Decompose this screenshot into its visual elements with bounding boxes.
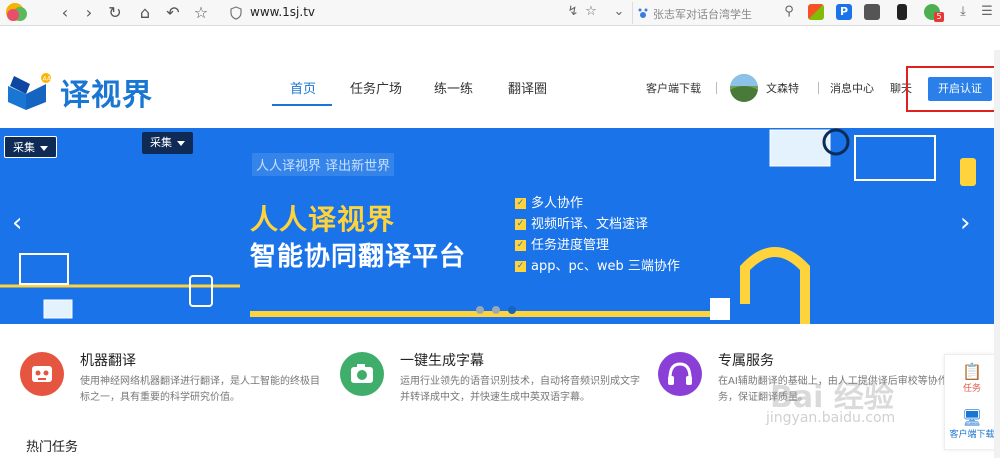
site-header: AA 译视界 首页 任务广场 练一练 翻译圈 客户端下载 文森特 消息中心 聊天… [0, 50, 1000, 128]
side-tasks-label: 任务 [962, 384, 981, 394]
hero-banner: 采集 采集 人人译视界 译出新世界 人人译视界 智能协同翻译平台 ✓ 多人协作 ✓… [0, 128, 1000, 324]
divider [716, 82, 717, 94]
banner-illustration [0, 128, 976, 324]
forward-icon[interactable]: › [78, 2, 100, 24]
message-center-link[interactable]: 消息中心 [830, 80, 874, 96]
service-title: 机器翻译 [80, 353, 136, 369]
camera-icon [340, 352, 384, 396]
badge-count: 5 [934, 12, 944, 22]
bookmark-flag-icon[interactable] [897, 4, 907, 20]
slide-dot[interactable] [476, 306, 484, 314]
user-badge-icon[interactable]: 5 [924, 4, 944, 22]
logo-text[interactable]: 译视界 [60, 70, 153, 114]
avatar-image [730, 74, 758, 102]
nav-task-square[interactable]: 任务广场 [350, 78, 402, 97]
back-icon[interactable]: ‹ [54, 2, 76, 24]
browser-logo-icon[interactable] [4, 2, 44, 24]
service-title: 一键生成字幕 [400, 353, 484, 369]
monitor-icon: 🖥 [961, 408, 983, 427]
side-client-label: 客户端下载 [949, 430, 995, 440]
download-icon[interactable]: ⤓ [954, 3, 972, 21]
headset-icon [658, 352, 702, 396]
slide-dot-active[interactable] [508, 306, 516, 314]
undo-icon[interactable]: ↶ [162, 2, 184, 24]
watermark-url: jingyan.baidu.com [766, 410, 896, 426]
bookmark-icon[interactable]: ☆ [582, 3, 600, 21]
paw-icon [638, 8, 648, 18]
service-subtitles[interactable]: 一键生成字幕 运用行业领先的语音识别技术，自动将音频识别成文字并转译成中文，并快… [340, 350, 640, 420]
evernote-icon[interactable] [864, 4, 880, 20]
nav-translation-circle[interactable]: 翻译圈 [508, 78, 547, 97]
service-description: 使用神经网络机器翻译进行翻译，是人工智能的终极目标之一，具有重要的科学研究价值。 [80, 376, 320, 403]
clipboard-icon: 📋 [962, 362, 982, 381]
service-description: 运用行业领先的语音识别技术，自动将音频识别成文字并转译成中文，并快速生成中英双语… [400, 376, 640, 403]
client-download-link[interactable]: 客户端下载 [646, 80, 701, 96]
nav-home[interactable]: 首页 [290, 78, 316, 97]
page-scrollbar[interactable] [994, 50, 1000, 458]
side-client-download[interactable]: 🖥 客户端下载 [945, 408, 999, 441]
search-icon[interactable]: ⚲ [780, 3, 798, 21]
side-float-panel: 📋 任务 🖥 客户端下载 [944, 354, 998, 450]
shield-icon [230, 6, 242, 20]
slide-dot[interactable] [492, 306, 500, 314]
nav-practice[interactable]: 练一练 [434, 78, 473, 97]
svg-text:AA: AA [43, 76, 52, 83]
grid-icon[interactable] [808, 4, 824, 20]
username[interactable]: 文森特 [766, 80, 799, 96]
star-icon[interactable]: ☆ [190, 2, 212, 24]
side-tasks[interactable]: 📋 任务 [945, 362, 999, 395]
hot-tasks-heading: 热门任务 [26, 440, 79, 455]
search-suggestion-text: 张志军对话台湾学生 [653, 8, 752, 21]
browser-toolbar: ‹ › ↻ ⌂ ↶ ☆ www.1sj.tv ↯ ☆ ⌄ 张志军对话台湾学生 ⚲… [0, 0, 1000, 26]
bolt-icon[interactable]: ↯ [564, 3, 582, 21]
next-slide-arrow[interactable]: › [960, 208, 970, 238]
prev-slide-arrow[interactable]: ‹ [12, 208, 22, 238]
menu-icon[interactable]: ☰ [978, 3, 996, 21]
url-text: www.1sj.tv [250, 5, 315, 19]
chevron-down-icon[interactable]: ⌄ [610, 3, 628, 21]
avatar[interactable] [730, 74, 758, 102]
annotation-highlight-box [906, 66, 996, 112]
parking-icon[interactable]: P [836, 4, 852, 20]
reload-icon[interactable]: ↻ [104, 2, 126, 24]
divider [818, 82, 819, 94]
logo-icon[interactable]: AA [6, 72, 54, 112]
address-bar[interactable]: www.1sj.tv [222, 2, 602, 24]
search-suggestion[interactable]: 张志军对话台湾学生 [632, 2, 802, 24]
service-machine-translation[interactable]: 机器翻译 使用神经网络机器翻译进行翻译，是人工智能的终极目标之一，具有重要的科学… [20, 350, 320, 420]
nav-active-underline [272, 104, 332, 106]
robot-icon [20, 352, 64, 396]
service-title: 专属服务 [718, 353, 774, 369]
home-icon[interactable]: ⌂ [134, 2, 156, 24]
